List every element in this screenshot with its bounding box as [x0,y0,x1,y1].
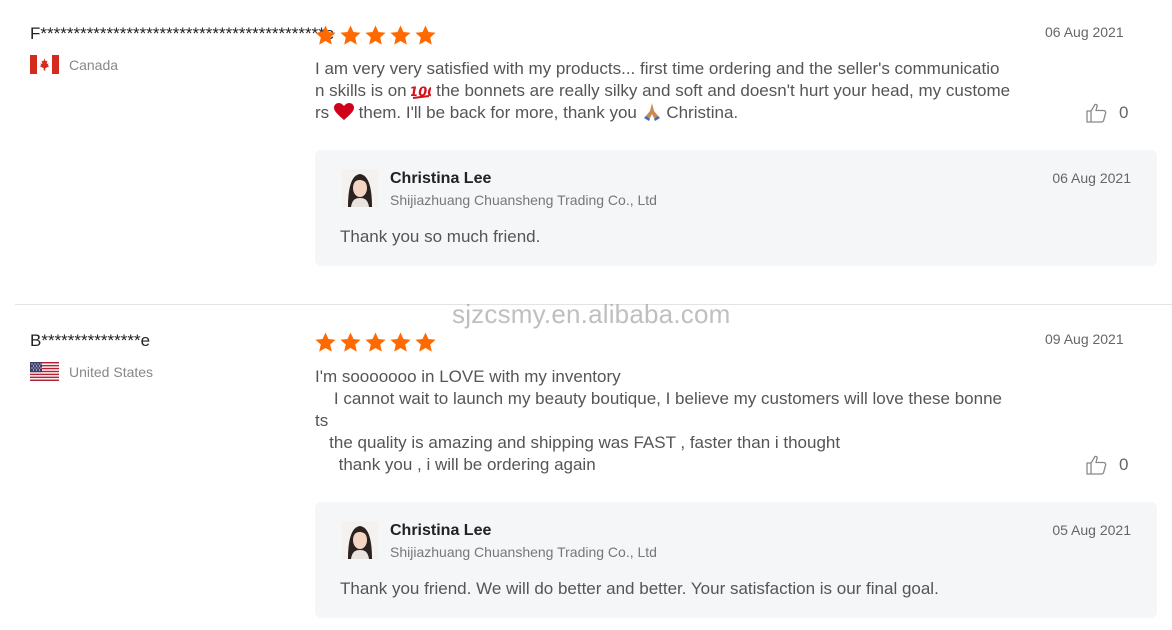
review-text: I'm sooooooo in LOVE with my inventory I… [315,366,1020,476]
like-button[interactable]: 0 [1086,455,1128,475]
star-icon [415,25,436,45]
heart-icon [333,103,354,120]
star-rating [314,24,437,47]
star-icon [365,25,386,45]
folded-hands-icon [643,103,660,121]
star-icon [315,332,336,352]
review-text-line: thank you , i will be ordering again [315,455,596,474]
star-icon [390,25,411,45]
buyer-name: F***************************************… [30,24,335,43]
review-text-line: the bonnets are really silky and soft an… [436,81,1011,100]
avatar [342,169,378,207]
thumbs-up-icon [1086,455,1107,475]
seller-company: Shijiazhuang Chuansheng Trading Co., Ltd [390,192,657,208]
buyer-country: United States [30,362,153,381]
seller-reply: Christina Lee Shijiazhuang Chuansheng Tr… [315,150,1157,266]
country-name: United States [69,363,154,380]
thumbs-up-icon [1086,103,1107,123]
reply-date: 05 Aug 2021 [1052,522,1131,538]
like-count: 0 [1119,103,1129,122]
review-text-line: rs [315,103,330,122]
star-icon [390,332,411,352]
review-text-line: ts [315,411,329,430]
review-text-line: the quality is amazing and shipping was … [315,433,841,452]
review-text-line: them. I'll be back for more, thank you [358,103,637,122]
buyer-name: B***************e [30,331,151,350]
like-button[interactable]: 0 [1086,103,1128,123]
country-name: Canada [69,56,119,73]
star-icon [415,332,436,352]
canada-flag-icon [30,55,59,74]
star-icon [340,332,361,352]
buyer-country: Canada [30,55,118,74]
review-text-line: I cannot wait to launch my beauty boutiq… [315,389,1002,408]
star-rating [314,331,437,354]
hundred-points-icon: 100 [411,85,431,99]
seller-name: Christina Lee [390,170,492,187]
avatar [342,521,378,559]
review-date: 09 Aug 2021 [1045,331,1124,347]
reply-text: Thank you so much friend. [340,227,541,246]
review-text-line: n skills is on [315,81,407,100]
review-text-line: I am very very satisfied with my product… [315,59,1000,78]
star-icon [365,332,386,352]
seller-name: Christina Lee [390,522,492,539]
review-text-line: Christina. [666,103,739,122]
us-flag-icon [30,362,59,381]
star-icon [340,25,361,45]
seller-reply: Christina Lee Shijiazhuang Chuansheng Tr… [315,502,1157,618]
like-count: 0 [1119,455,1129,474]
review-text-line: I'm sooooooo in LOVE with my inventory [315,367,621,386]
seller-company: Shijiazhuang Chuansheng Trading Co., Ltd [390,544,657,560]
star-icon [315,25,336,45]
review-text: I am very very satisfied with my product… [315,58,1020,124]
reply-date: 06 Aug 2021 [1052,170,1131,186]
reply-text: Thank you friend. We will do better and … [340,579,939,598]
watermark: sjzcsmy.en.alibaba.com [452,299,731,329]
review-date: 06 Aug 2021 [1045,24,1124,40]
